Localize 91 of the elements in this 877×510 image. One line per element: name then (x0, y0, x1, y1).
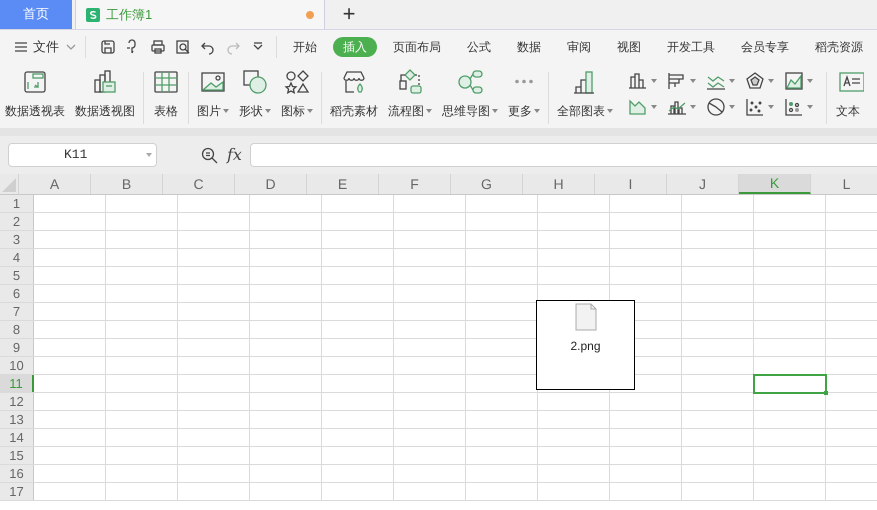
row-header[interactable]: 16 (0, 465, 34, 482)
shapes-button[interactable]: 形状 (234, 68, 276, 128)
row-header[interactable]: 13 (0, 411, 34, 428)
flowchart-button[interactable]: 流程图 (383, 68, 437, 128)
formula-input[interactable] (250, 143, 877, 167)
row-header[interactable]: 2 (0, 213, 34, 230)
row-header[interactable]: 5 (0, 267, 34, 284)
pivot-table-button[interactable]: 数据透视表 (0, 68, 70, 128)
dropdown-caret-icon (690, 79, 696, 83)
column-header[interactable]: D (235, 174, 307, 194)
mind-map-icon (456, 68, 484, 96)
bubble-chart-icon (784, 97, 804, 117)
dropdown-caret-icon (146, 153, 152, 157)
dropdown-caret-icon (690, 105, 696, 109)
name-box[interactable]: K11 (8, 143, 157, 167)
file-name: 2.png (570, 338, 601, 355)
row-header[interactable]: 10 (0, 357, 34, 374)
row-header[interactable]: 9 (0, 339, 34, 356)
ribbon-tab[interactable]: 页面布局 (383, 37, 451, 57)
print-icon (150, 39, 166, 55)
icons-icon (283, 68, 311, 96)
row-header[interactable]: 15 (0, 447, 34, 464)
file-menu[interactable]: 文件 (14, 35, 76, 59)
active-cell[interactable] (753, 374, 827, 394)
row-header[interactable]: 17 (0, 483, 34, 500)
column-header[interactable]: B (91, 174, 163, 194)
row-header[interactable]: 3 (0, 231, 34, 248)
dropdown-caret-icon (651, 79, 657, 83)
ribbon-tab[interactable]: 视图 (607, 37, 651, 57)
row-header[interactable]: 12 (0, 393, 34, 410)
ribbon-tab[interactable]: 开发工具 (657, 37, 725, 57)
ribbon-tab[interactable]: 公式 (457, 37, 501, 57)
column-header[interactable]: I (595, 174, 667, 194)
row-header[interactable]: 8 (0, 321, 34, 338)
tab[interactable]: 首页 (0, 0, 72, 29)
row-header[interactable]: 1 (0, 195, 34, 212)
new-tab-button[interactable]: + (337, 0, 361, 29)
ribbon-tab[interactable]: 数据 (507, 37, 551, 57)
scatter-chart-icon (745, 97, 765, 117)
bar-chart-button[interactable]: 全部图表 (552, 68, 618, 128)
row-header[interactable]: 11 (0, 375, 34, 392)
dropdown-caret-icon (807, 105, 813, 109)
row-header[interactable]: 6 (0, 285, 34, 302)
row-header[interactable]: 4 (0, 249, 34, 266)
ribbon-tab[interactable]: 会员专享 (731, 37, 799, 57)
dropdown-caret-icon (768, 105, 774, 109)
column-header[interactable]: L (811, 174, 877, 194)
column-header[interactable]: F (379, 174, 451, 194)
text-box-button[interactable]: 文本 (830, 68, 877, 128)
ribbon-tab[interactable]: 审阅 (557, 37, 601, 57)
dropdown-caret-icon (807, 79, 813, 83)
column-header[interactable]: E (307, 174, 379, 194)
radar-chart-icon (745, 71, 765, 91)
mind-map-button[interactable]: 思维导图 (437, 68, 503, 128)
row-header[interactable]: 7 (0, 303, 34, 320)
more-icon (514, 79, 534, 84)
storefront-button[interactable]: 稻壳素材 (325, 68, 383, 128)
ribbon-tab[interactable]: 开始 (283, 37, 327, 57)
dropdown-caret-icon (768, 79, 774, 83)
embedded-file-object[interactable]: 2.png (536, 300, 635, 390)
menu-icon (14, 41, 28, 53)
column-header[interactable]: A (19, 174, 91, 194)
shapes-icon (241, 68, 269, 96)
chevron-icon (66, 44, 76, 50)
more-button[interactable]: 更多 (503, 68, 545, 128)
print-preview-icon (174, 39, 190, 55)
row-header[interactable]: 14 (0, 429, 34, 446)
zoom-icon (200, 146, 218, 164)
table-button[interactable]: 表格 (147, 68, 185, 128)
spreadsheet-icon (86, 8, 100, 22)
ribbon-tab[interactable]: 插入 (333, 37, 377, 57)
column-chart-icon (628, 71, 648, 91)
tab[interactable]: 工作簿1 (75, 0, 325, 29)
column-header[interactable]: C (163, 174, 235, 194)
file-icon (574, 303, 596, 331)
icons-button[interactable]: 图标 (276, 68, 318, 128)
area-chart-icon (784, 71, 804, 91)
ribbon-tab[interactable]: 稻壳资源 (805, 37, 873, 57)
dropdown-caret-icon (729, 79, 735, 83)
pivot-chart-button[interactable]: 数据透视图 (70, 68, 140, 128)
save-icon (100, 39, 116, 55)
tab-title: 工作簿1 (106, 6, 152, 24)
column-header[interactable]: H (523, 174, 595, 194)
column-header[interactable]: G (451, 174, 523, 194)
column-header[interactable]: K (739, 174, 811, 194)
zoom-button[interactable] (199, 145, 219, 165)
picture-button[interactable]: 图片 (192, 68, 234, 128)
pie-chart-icon (706, 97, 726, 117)
dropdown-caret-icon (729, 105, 735, 109)
function-label[interactable]: fx (227, 143, 242, 167)
dropdown-caret-icon (651, 105, 657, 109)
